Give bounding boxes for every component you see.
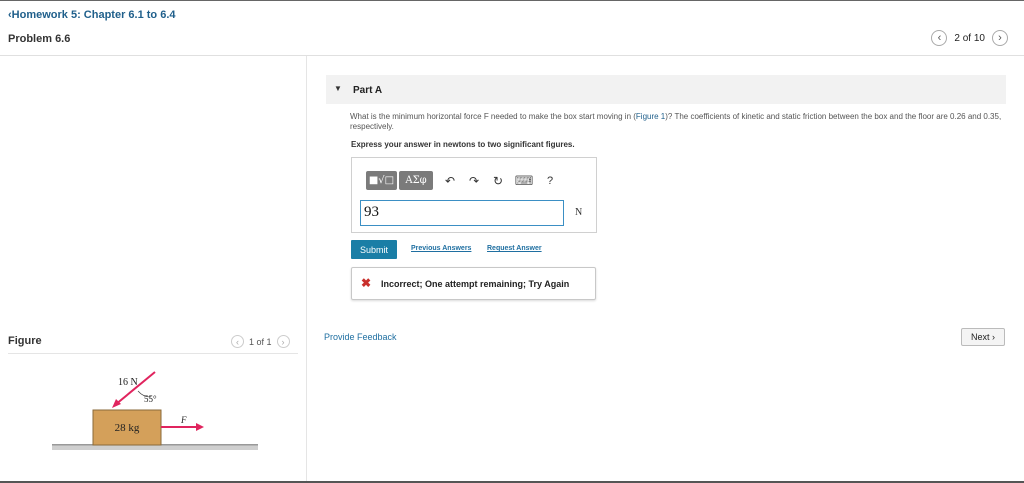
error-x-icon: ✖: [361, 276, 372, 290]
chevron-left-icon: ‹: [937, 32, 942, 44]
undo-icon[interactable]: ↶: [442, 171, 458, 190]
unit-label: N: [575, 207, 583, 218]
reset-icon[interactable]: ↻: [490, 171, 506, 190]
answer-instructions: Express your answer in newtons to two si…: [351, 140, 575, 149]
question-text: What is the minimum horizontal force F n…: [350, 112, 1010, 132]
collapse-triangle-icon[interactable]: ▼: [334, 84, 342, 93]
feedback-message-box: ✖ Incorrect; One attempt remaining; Try …: [351, 267, 596, 300]
keyboard-icon[interactable]: ⌨: [515, 171, 534, 190]
figure-link[interactable]: Figure 1: [636, 112, 665, 121]
problem-pager-text: 2 of 10: [954, 32, 985, 44]
provide-feedback-link[interactable]: Provide Feedback: [324, 332, 397, 342]
back-to-assignment-link[interactable]: ‹Homework 5: Chapter 6.1 to 6.4: [8, 9, 176, 21]
f-label: F: [180, 415, 187, 425]
panel-divider: [306, 56, 307, 483]
next-button[interactable]: Next ›: [961, 328, 1005, 346]
figure-pager: ‹ 1 of 1 ›: [231, 335, 290, 348]
request-answer-link[interactable]: Request Answer: [487, 245, 542, 252]
question-text-start: What is the minimum horizontal force F n…: [350, 112, 636, 121]
submit-button[interactable]: Submit: [351, 240, 397, 259]
redo-icon[interactable]: ↷: [466, 171, 482, 190]
arrowhead-icon: [196, 423, 204, 431]
template-button[interactable]: ■√□: [366, 171, 397, 190]
figure-label: Figure: [8, 335, 42, 347]
chevron-right-icon: ›: [998, 32, 1002, 44]
answer-input[interactable]: 93: [360, 200, 564, 226]
greek-symbols-button[interactable]: AΣφ: [399, 171, 433, 190]
previous-problem-button[interactable]: ‹: [931, 30, 948, 46]
figure-pager-text: 1 of 1: [249, 336, 272, 347]
previous-answers-link[interactable]: Previous Answers: [411, 245, 471, 252]
top-border: [0, 0, 1024, 1]
part-header-bar[interactable]: [326, 75, 1006, 104]
force-label: 16 N: [118, 377, 138, 388]
mass-label: 28 kg: [115, 422, 140, 434]
physics-figure: 28 kg 16 N 55° F: [52, 371, 258, 450]
help-button[interactable]: ?: [543, 171, 557, 190]
chevron-left-icon: ‹: [236, 336, 239, 347]
figure-prev-button[interactable]: ‹: [231, 335, 244, 348]
figure-header-divider: [8, 353, 298, 354]
angle-label: 55°: [144, 394, 157, 404]
next-problem-button[interactable]: ›: [992, 30, 1008, 46]
chevron-right-icon: ›: [281, 336, 285, 347]
part-title: Part A: [353, 85, 383, 96]
figure-next-button[interactable]: ›: [276, 335, 290, 348]
feedback-message: Incorrect; One attempt remaining; Try Ag…: [381, 279, 570, 289]
problem-title: Problem 6.6: [8, 33, 71, 45]
problem-pager: ‹ 2 of 10 ›: [931, 30, 1008, 46]
header-divider: [0, 55, 1024, 56]
floor: [52, 445, 258, 450]
